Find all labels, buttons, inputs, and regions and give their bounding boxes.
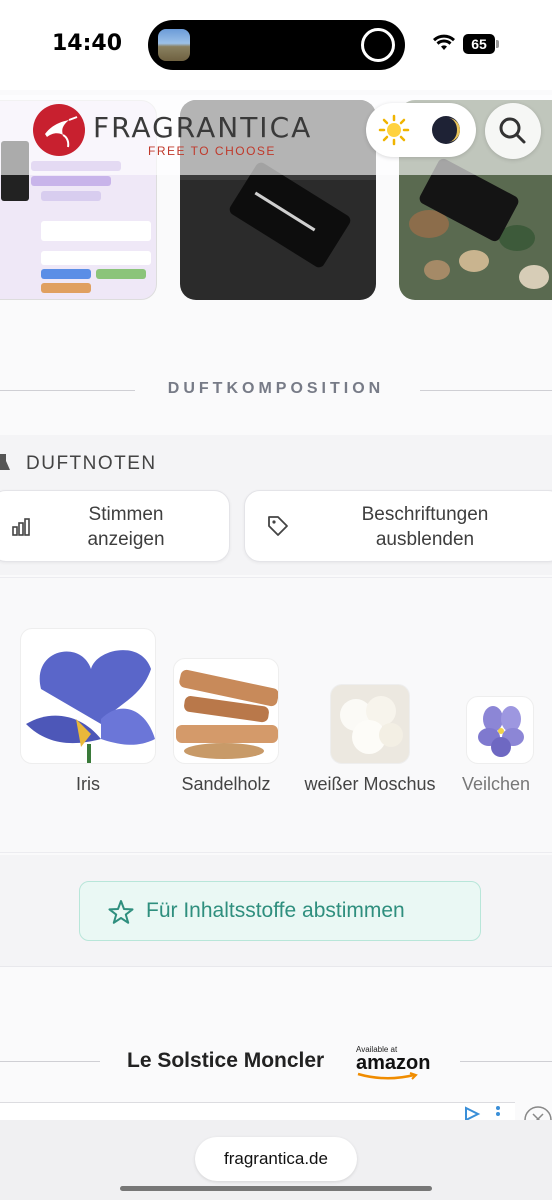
moon-icon[interactable]	[430, 114, 462, 146]
browser-bottom-bar: fragrantica.de	[0, 1120, 552, 1200]
amazon-wordmark: amazon	[356, 1052, 431, 1074]
amazon-logo[interactable]: Available at amazon	[356, 1045, 430, 1082]
note-image-iris[interactable]	[20, 628, 156, 764]
site-header: FRAGRANTICA FREE TO CHOOSE	[0, 95, 552, 175]
hide-labels-button[interactable]: Beschriftungen ausblenden	[244, 490, 552, 562]
show-votes-button[interactable]: Stimmen anzeigen	[0, 490, 230, 562]
hide-labels-label: Beschriftungen ausblenden	[361, 504, 489, 550]
ad-product-title[interactable]: Le Solstice Moncler	[127, 1049, 324, 1073]
brand-tagline: FREE TO CHOOSE	[148, 144, 276, 158]
search-icon	[499, 117, 526, 144]
star-icon	[108, 900, 134, 924]
search-button[interactable]	[485, 103, 541, 159]
wifi-icon	[433, 34, 455, 50]
note-item[interactable]: Sandelholz	[173, 658, 279, 798]
show-votes-label: Stimmen anzeigen	[87, 504, 165, 550]
notes-list: Iris Sandelholz weißer Moschus Veilchen	[0, 577, 552, 853]
notes-panel: DUFTNOTEN Stimmen anzeigen Beschriftunge…	[0, 435, 552, 575]
now-playing-thumbnail	[158, 29, 190, 61]
note-image-white-musk[interactable]	[330, 684, 410, 764]
section-divider-composition: DUFTKOMPOSITION	[0, 380, 552, 402]
status-bar: 14:40 65	[0, 0, 552, 90]
hummingbird-logo-icon[interactable]	[33, 104, 85, 156]
note-item[interactable]: Veilchen	[462, 696, 542, 796]
battery-tip	[496, 40, 499, 48]
sun-icon[interactable]	[378, 114, 410, 146]
brand-name[interactable]: FRAGRANTICA	[93, 111, 312, 144]
note-item[interactable]: Iris	[20, 628, 156, 798]
vote-ingredients-button[interactable]: Für Inhaltsstoffe abstimmen	[79, 881, 481, 941]
vote-ingredients-label: Für Inhaltsstoffe abstimmen	[146, 899, 405, 922]
bar-chart-icon	[12, 518, 30, 536]
home-indicator[interactable]	[120, 1186, 432, 1191]
status-time: 14:40	[52, 31, 123, 56]
flask-icon	[0, 454, 10, 470]
notes-title: DUFTNOTEN	[26, 453, 157, 474]
note-name: Iris	[76, 774, 100, 794]
note-image-violet[interactable]	[466, 696, 534, 764]
section-title: DUFTKOMPOSITION	[167, 380, 385, 397]
theme-toggle[interactable]	[366, 103, 476, 157]
note-name: Sandelholz	[181, 774, 271, 794]
vote-section: Für Inhaltsstoffe abstimmen	[0, 855, 552, 967]
note-name: weißer Moschus	[304, 774, 436, 794]
ad-banner[interactable]: Le Solstice Moncler Available at amazon	[0, 1040, 552, 1084]
dynamic-island[interactable]	[148, 20, 405, 70]
note-item[interactable]: weißer Moschus	[300, 684, 442, 798]
note-image-sandalwood[interactable]	[173, 658, 279, 764]
note-name: Veilchen	[462, 774, 531, 794]
tag-icon	[268, 516, 288, 536]
address-bar[interactable]: fragrantica.de	[195, 1137, 357, 1181]
ad-strip[interactable]	[0, 1102, 515, 1122]
activity-ring-icon	[361, 28, 395, 62]
battery-indicator: 65	[463, 34, 495, 54]
